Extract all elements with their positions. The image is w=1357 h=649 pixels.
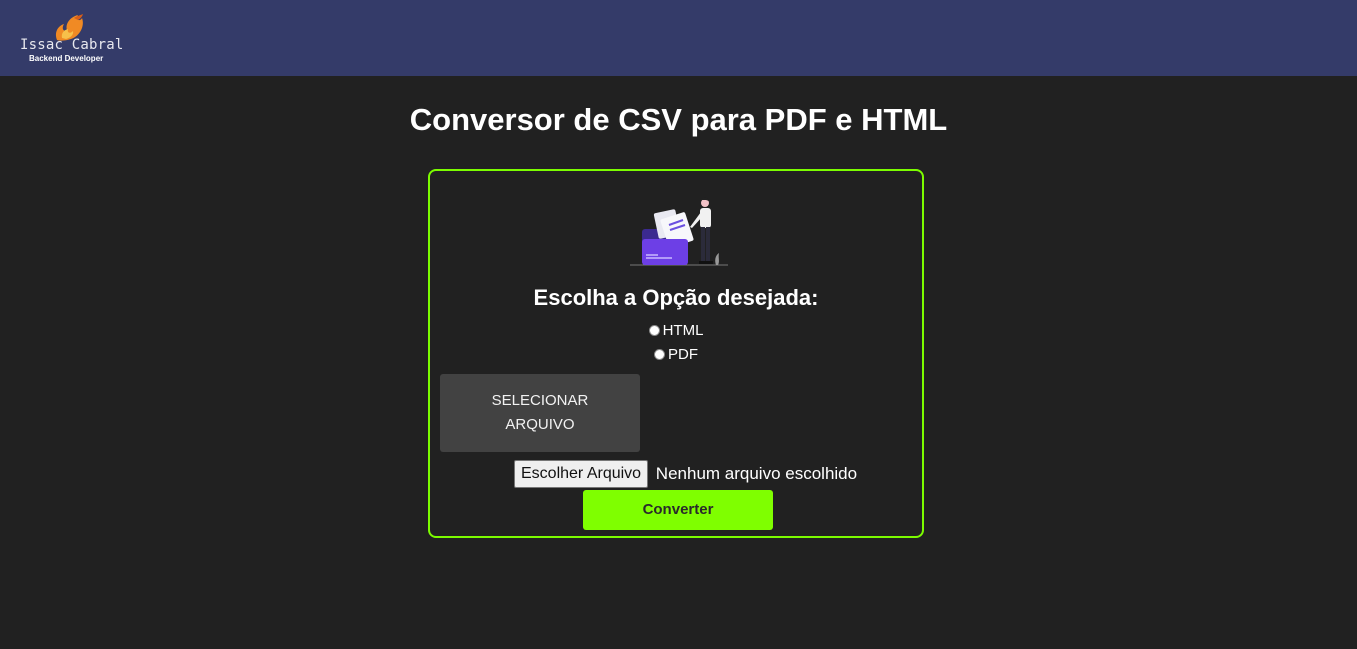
html-option[interactable]: HTML	[430, 322, 922, 340]
top-bar: Issac Cabral Backend Developer	[0, 0, 1357, 76]
logo-subtitle: Backend Developer	[29, 54, 104, 63]
page-title: Conversor de CSV para PDF e HTML	[409, 102, 948, 137]
select-file-label-line2: ARQUIVO	[505, 416, 575, 433]
file-input[interactable]: Escolher Arquivo Nenhum arquivo escolhid…	[514, 460, 857, 490]
file-folder-person-illustration	[630, 197, 728, 266]
select-file-label-line1: SELECIONAR	[491, 392, 589, 409]
no-file-text: Nenhum arquivo escolhido	[655, 464, 858, 483]
converter-card: Escolha a Opção desejada: HTML PDF SELEC…	[428, 169, 924, 538]
html-radio[interactable]	[648, 325, 660, 336]
select-file-button[interactable]: SELECIONAR ARQUIVO	[440, 374, 640, 452]
pdf-option[interactable]: PDF	[430, 346, 922, 364]
pdf-radio[interactable]	[654, 349, 665, 360]
convert-button[interactable]: Converter	[583, 490, 773, 530]
logo[interactable]: Issac Cabral Backend Developer	[18, 12, 138, 68]
html-option-label: HTML	[662, 322, 704, 339]
choose-file-button[interactable]: Escolher Arquivo	[514, 460, 649, 488]
pdf-option-label: PDF	[668, 346, 698, 363]
option-heading: Escolha a Opção desejada:	[533, 285, 819, 310]
logo-name: Issac Cabral	[20, 37, 124, 53]
